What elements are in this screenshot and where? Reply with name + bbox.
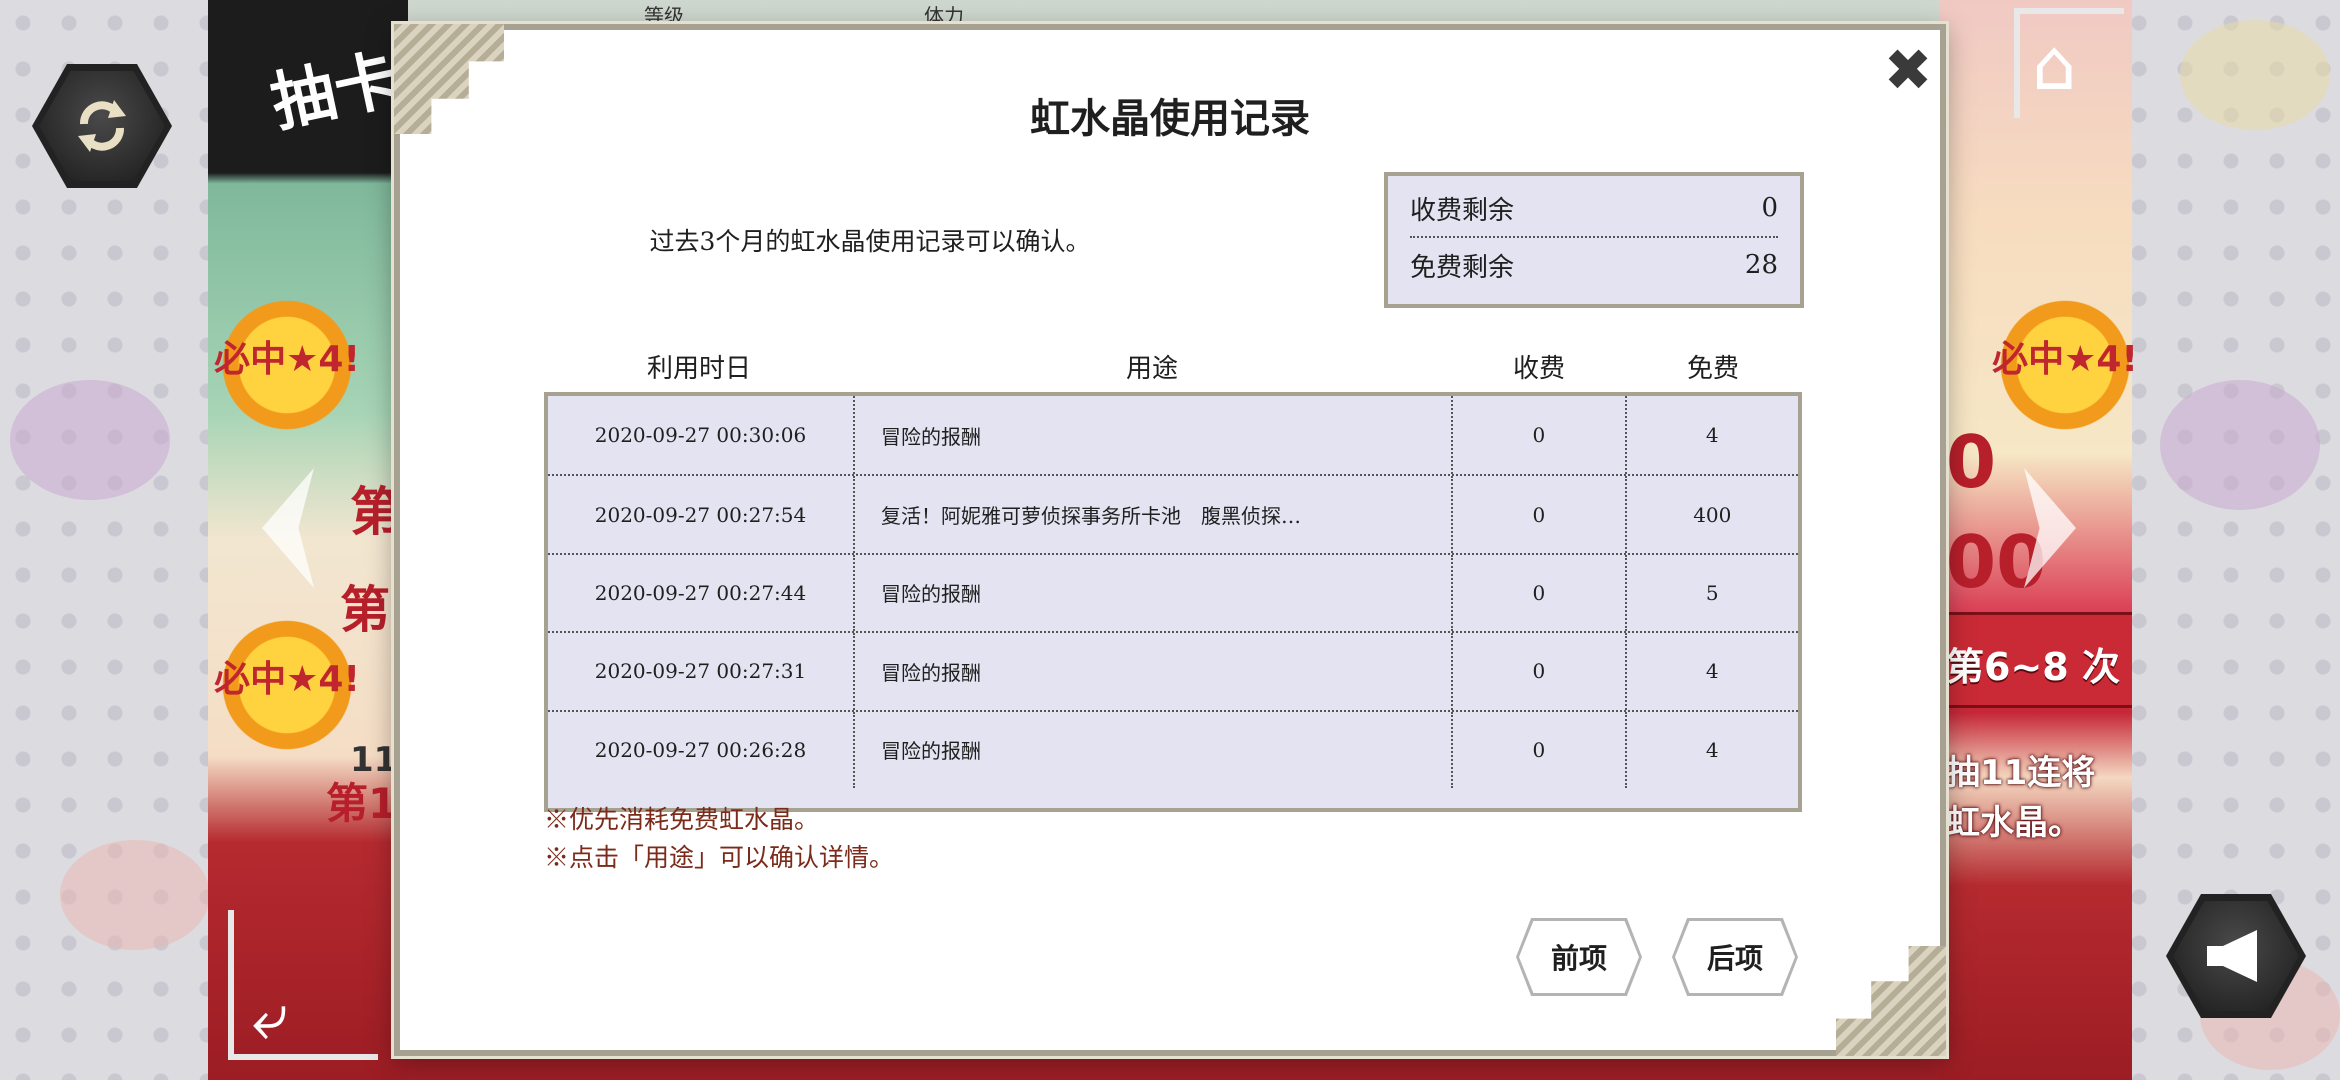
row-date: 2020-09-27 00:26:28 [594, 737, 807, 762]
corner-decoration [1836, 946, 1946, 1056]
banner-number: 0 [1946, 420, 1997, 504]
banner-ribbon-text: 第6~8 次 [1946, 645, 2120, 689]
records-table-header: 利用时日 用途 收费 免费 [546, 348, 1800, 385]
guarantee-badge: 必中★4! [212, 290, 362, 440]
next-page-label: 后项 [1675, 921, 1795, 993]
note-free-first: ※优先消耗免费虹水晶。 [544, 805, 820, 834]
paid-balance-value: 0 [1761, 193, 1778, 223]
free-balance-value: 28 [1744, 250, 1778, 280]
refresh-icon [78, 100, 126, 152]
free-balance-row: 免费剩余 28 [1410, 236, 1778, 292]
home-icon[interactable]: ⌂ [2032, 24, 2076, 106]
row-date: 2020-09-27 00:27:31 [594, 659, 807, 684]
table-row[interactable]: 2020-09-27 00:30:06 冒险的报酬 0 4 [548, 396, 1798, 475]
crystal-balance-panel: 收费剩余 0 免费剩余 28 [1384, 172, 1804, 308]
next-page-button[interactable]: 后项 [1672, 918, 1798, 996]
bg-decoration [2160, 380, 2320, 510]
prev-page-label: 前项 [1519, 921, 1639, 993]
row-use[interactable]: 冒险的报酬 [853, 396, 1451, 475]
header-use: 用途 [1125, 354, 1178, 384]
dialog-description: 过去3个月的虹水晶使用记录可以确认。 [649, 227, 1091, 256]
paid-balance-row: 收费剩余 0 [1410, 180, 1778, 236]
table-row[interactable]: 2020-09-27 00:27:54 复活！阿妮雅可萝侦探事务所卡池 腹黑侦探… [548, 474, 1798, 553]
bg-decoration [2180, 20, 2330, 130]
row-free: 400 [1624, 476, 1798, 553]
guarantee-badge: 必中★4! [1990, 290, 2140, 440]
note-click-use: ※点击「用途」可以确认详情。 [544, 843, 895, 872]
row-paid: 0 [1451, 396, 1624, 475]
row-paid: 0 [1451, 476, 1624, 553]
banner-side-text: 第1 [326, 779, 398, 828]
table-row[interactable]: 2020-09-27 00:27:31 冒险的报酬 0 4 [548, 631, 1798, 710]
row-paid: 0 [1451, 633, 1624, 710]
banner-side-text: 抽11连将 虹水晶。 [1946, 753, 2096, 843]
back-icon[interactable]: ⤶ [252, 980, 288, 1054]
paid-balance-label: 收费剩余 [1410, 195, 1515, 226]
row-use[interactable]: 复活！阿妮雅可萝侦探事务所卡池 腹黑侦探… [853, 476, 1451, 553]
row-free: 4 [1624, 396, 1798, 475]
records-table: 2020-09-27 00:30:06 冒险的报酬 0 4 2020-09-27… [544, 392, 1802, 812]
row-free: 4 [1624, 711, 1798, 788]
crystal-history-dialog: ✖ 虹水晶使用记录 过去3个月的虹水晶使用记录可以确认。 收费剩余 0 免费剩余… [394, 24, 1946, 1056]
speaker-icon [2207, 930, 2257, 982]
prev-page-button[interactable]: 前项 [1516, 918, 1642, 996]
dialog-title: 虹水晶使用记录 [1030, 95, 1310, 142]
banner-number: 00 [1946, 520, 2047, 604]
row-use[interactable]: 冒险的报酬 [853, 633, 1451, 710]
row-free: 4 [1624, 633, 1798, 710]
header-paid: 收费 [1512, 354, 1565, 384]
table-row[interactable]: 2020-09-27 00:26:28 冒险的报酬 0 4 [548, 709, 1798, 788]
bg-decoration [10, 380, 170, 500]
row-paid: 0 [1451, 554, 1624, 632]
row-use[interactable]: 冒险的报酬 [853, 554, 1451, 632]
row-use[interactable]: 冒险的报酬 [853, 711, 1451, 788]
bg-decoration [60, 840, 210, 950]
header-date: 利用时日 [646, 354, 751, 384]
back-button-frame [228, 910, 378, 1060]
row-paid: 0 [1451, 711, 1624, 788]
row-date: 2020-09-27 00:27:44 [594, 580, 807, 605]
table-row[interactable]: 2020-09-27 00:27:44 冒险的报酬 0 5 [548, 552, 1798, 632]
banner-side-text: 第 [340, 581, 390, 639]
row-free: 5 [1624, 554, 1798, 632]
row-date: 2020-09-27 00:27:54 [594, 502, 807, 527]
free-balance-label: 免费剩余 [1410, 252, 1515, 283]
header-free: 免费 [1686, 354, 1739, 384]
row-date: 2020-09-27 00:30:06 [594, 423, 807, 448]
